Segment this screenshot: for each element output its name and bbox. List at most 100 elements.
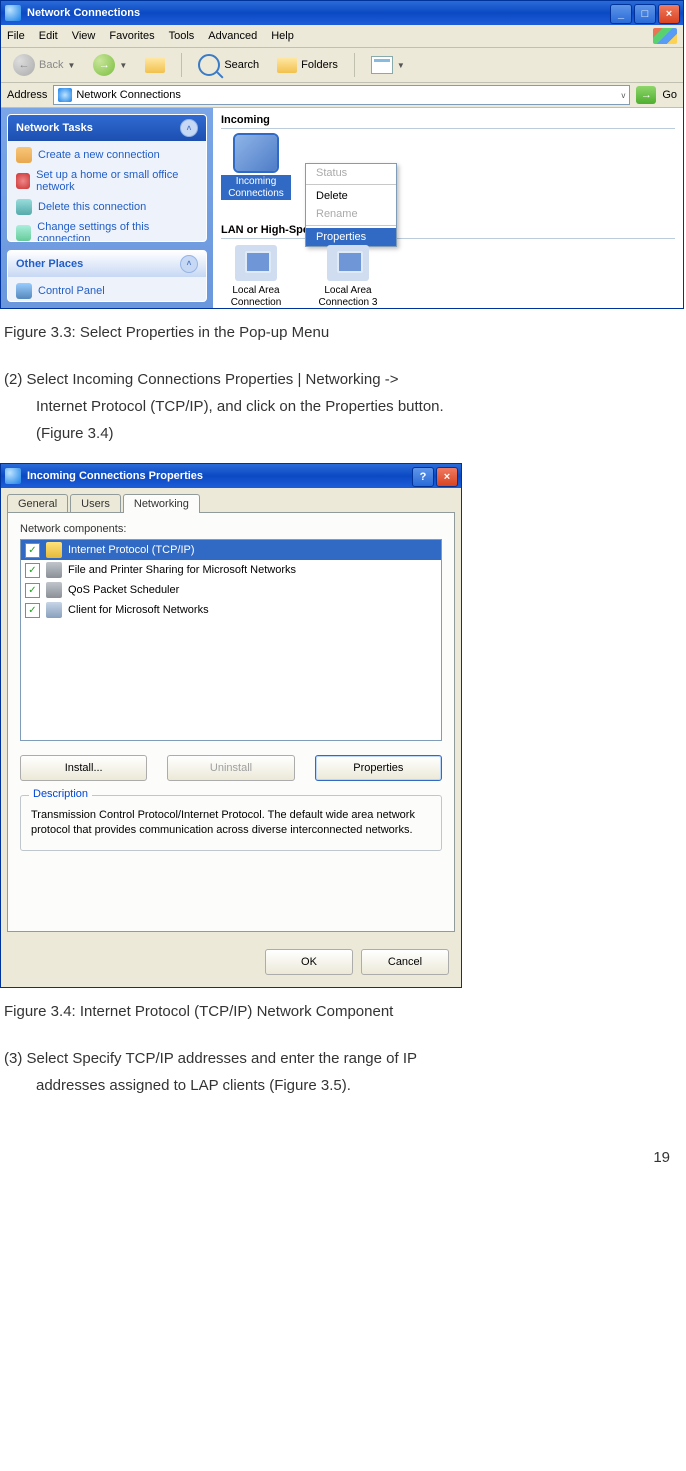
tab-general[interactable]: General (7, 494, 68, 513)
forward-arrow-icon: → (93, 54, 115, 76)
menu-favorites[interactable]: Favorites (109, 30, 154, 42)
properties-dialog: Incoming Connections Properties ? × Gene… (0, 463, 462, 988)
ok-button[interactable]: OK (265, 949, 353, 975)
tab-strip: General Users Networking (1, 488, 461, 513)
item-label: Local Area Connection (221, 285, 291, 308)
collapse-icon[interactable]: ˄ (180, 119, 198, 137)
search-label: Search (224, 59, 259, 71)
components-label: Network components: (20, 523, 442, 535)
lan-icon (235, 245, 277, 281)
separator (306, 184, 396, 185)
help-button[interactable]: ? (412, 467, 434, 487)
menu-advanced[interactable]: Advanced (208, 30, 257, 42)
chevron-down-icon: ▼ (119, 61, 127, 70)
lan-icon (327, 245, 369, 281)
cancel-button[interactable]: Cancel (361, 949, 449, 975)
folder-up-icon (145, 57, 165, 73)
new-connection-icon (16, 147, 32, 163)
step2-line1: (2) Select Incoming Connections Properti… (4, 371, 399, 388)
step-2-text: (2) Select Incoming Connections Properti… (0, 356, 686, 457)
folders-button[interactable]: Folders (271, 55, 344, 75)
button-label: Properties (353, 762, 403, 774)
install-button[interactable]: Install... (20, 755, 147, 781)
menu-edit[interactable]: Edit (39, 30, 58, 42)
task-setup-network[interactable]: Set up a home or small office network (16, 169, 198, 193)
network-components-list[interactable]: ✓ Internet Protocol (TCP/IP) ✓ File and … (20, 539, 442, 741)
properties-button[interactable]: Properties (315, 755, 442, 781)
address-label: Address (7, 89, 47, 101)
title-bar[interactable]: Incoming Connections Properties ? × (1, 464, 461, 488)
menu-help[interactable]: Help (271, 30, 294, 42)
maximize-button[interactable]: □ (634, 4, 656, 24)
description-group: Description Transmission Control Protoco… (20, 795, 442, 851)
list-item-client[interactable]: ✓ Client for Microsoft Networks (21, 600, 441, 620)
button-label: Uninstall (210, 762, 252, 774)
search-button[interactable]: Search (192, 52, 265, 78)
back-button[interactable]: ← Back ▼ (7, 52, 81, 78)
checkbox[interactable]: ✓ (25, 543, 40, 558)
menu-delete[interactable]: Delete (306, 187, 396, 205)
task-create-connection[interactable]: Create a new connection (16, 147, 198, 163)
incoming-connection-item[interactable]: Incoming Connections (221, 135, 291, 200)
close-button[interactable]: × (436, 467, 458, 487)
separator (354, 53, 355, 77)
context-menu: Status Delete Rename Properties (305, 163, 397, 247)
title-bar[interactable]: Network Connections _ □ × (1, 1, 683, 25)
group-incoming: Incoming (221, 112, 675, 129)
task-delete-connection[interactable]: Delete this connection (16, 199, 198, 215)
folders-icon (277, 57, 297, 73)
up-button[interactable] (139, 55, 171, 75)
panel-title: Other Places (16, 258, 83, 270)
checkbox[interactable]: ✓ (25, 583, 40, 598)
separator (306, 225, 396, 226)
collapse-icon[interactable]: ˄ (180, 255, 198, 273)
step-3-text: (3) Select Specify TCP/IP addresses and … (0, 1035, 686, 1109)
windows-flag-icon (653, 28, 677, 44)
service-icon (46, 582, 62, 598)
netconn-icon (5, 5, 21, 21)
list-item-label: Internet Protocol (TCP/IP) (68, 544, 195, 556)
group-lan: LAN or High-Speed Internet (221, 222, 675, 239)
go-button[interactable]: → (636, 86, 656, 104)
step3-line1: (3) Select Specify TCP/IP addresses and … (4, 1050, 417, 1067)
protocol-icon (46, 542, 62, 558)
menu-rename: Rename (306, 205, 396, 223)
address-field[interactable]: Network Connections v (53, 85, 630, 105)
menu-status: Status (306, 164, 396, 182)
menu-tools[interactable]: Tools (169, 30, 195, 42)
other-places-header[interactable]: Other Places ˄ (8, 251, 206, 277)
link-control-panel[interactable]: Control Panel (16, 283, 198, 299)
tab-users[interactable]: Users (70, 494, 121, 513)
lan-connection-item[interactable]: Local Area Connection 3 (313, 245, 383, 308)
folder-view[interactable]: Incoming Incoming Connections Status Del… (213, 108, 683, 308)
task-label: Create a new connection (38, 149, 160, 161)
menu-view[interactable]: View (72, 30, 96, 42)
task-change-settings[interactable]: Change settings of this connection (16, 221, 198, 242)
menu-bar: File Edit View Favorites Tools Advanced … (1, 25, 683, 48)
description-legend: Description (29, 788, 92, 800)
figure-caption-3-4: Figure 3.4: Internet Protocol (TCP/IP) N… (0, 988, 686, 1035)
list-item-tcpip[interactable]: ✓ Internet Protocol (TCP/IP) (21, 540, 441, 560)
list-item-qos[interactable]: ✓ QoS Packet Scheduler (21, 580, 441, 600)
search-icon (198, 54, 220, 76)
incoming-connection-icon (235, 135, 277, 171)
checkbox[interactable]: ✓ (25, 563, 40, 578)
folders-label: Folders (301, 59, 338, 71)
separator (181, 53, 182, 77)
network-tasks-panel: Network Tasks ˄ Create a new connection … (7, 114, 207, 242)
menu-file[interactable]: File (7, 30, 25, 42)
tab-networking[interactable]: Networking (123, 494, 200, 513)
menu-properties[interactable]: Properties (306, 228, 396, 246)
minimize-button[interactable]: _ (610, 4, 632, 24)
checkbox[interactable]: ✓ (25, 603, 40, 618)
forward-button[interactable]: → ▼ (87, 52, 133, 78)
close-button[interactable]: × (658, 4, 680, 24)
network-tasks-header[interactable]: Network Tasks ˄ (8, 115, 206, 141)
link-label: Control Panel (38, 285, 105, 297)
go-label: Go (662, 89, 677, 101)
figure-caption-3-3: Figure 3.3: Select Properties in the Pop… (0, 309, 686, 356)
views-button[interactable]: ▼ (365, 54, 411, 76)
lan-connection-item[interactable]: Local Area Connection (221, 245, 291, 308)
list-item-file-sharing[interactable]: ✓ File and Printer Sharing for Microsoft… (21, 560, 441, 580)
chevron-down-icon[interactable]: v (621, 91, 625, 100)
